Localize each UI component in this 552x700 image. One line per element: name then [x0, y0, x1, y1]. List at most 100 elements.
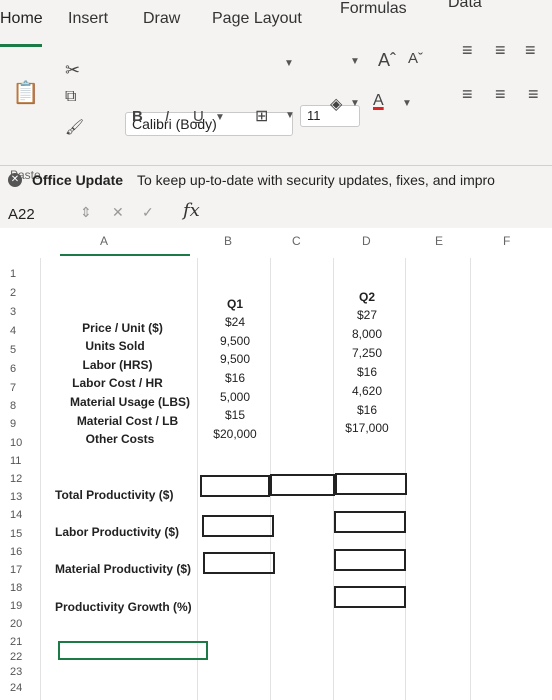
tab-draw[interactable]: Draw: [143, 10, 180, 28]
column-header-e[interactable]: E: [435, 234, 443, 248]
chevron-down-icon[interactable]: ▼: [402, 98, 412, 109]
answer-box-total-q2[interactable]: [335, 473, 407, 495]
name-box[interactable]: A22: [8, 206, 35, 223]
cancel-icon[interactable]: ✕: [112, 204, 124, 221]
row-header-19[interactable]: 19: [10, 600, 40, 612]
answer-box-total-q1[interactable]: [200, 475, 270, 497]
chevron-down-icon[interactable]: ▼: [284, 58, 294, 69]
borders-icon[interactable]: ⊞: [255, 106, 268, 126]
row-header-21[interactable]: 21: [10, 636, 40, 648]
align-left-icon[interactable]: ≡: [462, 84, 473, 105]
cell-q1-material-usage[interactable]: 5,000: [205, 390, 265, 404]
cell-q1-other-costs[interactable]: $20,000: [200, 427, 270, 441]
italic-button[interactable]: I: [165, 108, 169, 125]
align-top-icon[interactable]: ≡: [462, 40, 473, 61]
row-header-22[interactable]: 22: [10, 651, 40, 663]
decrease-font-icon[interactable]: Aˇ: [408, 50, 423, 67]
column-header-b[interactable]: B: [224, 234, 232, 248]
answer-box-labor-q1[interactable]: [202, 515, 274, 537]
row-header-6[interactable]: 6: [10, 363, 40, 375]
row-header-2[interactable]: 2: [10, 287, 40, 299]
cell-q2-labor-cost[interactable]: $16: [337, 365, 397, 379]
cell-q1-price[interactable]: $24: [205, 315, 265, 329]
row-label-labor-hrs[interactable]: Labor (HRS): [50, 358, 185, 372]
label-total-productivity[interactable]: Total Productivity ($): [55, 488, 195, 502]
row-header-3[interactable]: 3: [10, 306, 40, 318]
align-bottom-icon[interactable]: ≡: [525, 40, 536, 61]
cell-q2-price[interactable]: $27: [337, 308, 397, 322]
chevron-down-icon[interactable]: ▼: [350, 98, 360, 109]
cell-q2-labor-hrs[interactable]: 7,250: [337, 346, 397, 360]
column-header-f[interactable]: F: [503, 234, 510, 248]
cell-q2-other-costs[interactable]: $17,000: [332, 421, 402, 435]
tab-data[interactable]: Data: [448, 0, 482, 12]
cell-q2-material-usage[interactable]: 4,620: [337, 384, 397, 398]
column-header-c[interactable]: C: [292, 234, 301, 248]
fill-color-icon[interactable]: ◈: [330, 94, 342, 114]
tab-home[interactable]: Home: [0, 10, 43, 28]
chevron-down-icon[interactable]: ▼: [350, 56, 360, 67]
tab-formulas[interactable]: Formulas: [340, 0, 407, 18]
row-label-material-usage[interactable]: Material Usage (LBS): [55, 395, 205, 409]
cut-icon[interactable]: ✂: [65, 60, 80, 81]
row-header-7[interactable]: 7: [10, 382, 40, 394]
copy-icon[interactable]: ⧉: [65, 88, 76, 106]
font-color-icon[interactable]: A: [373, 92, 384, 110]
column-header-a[interactable]: A: [100, 234, 108, 248]
selected-cell-a22[interactable]: [58, 641, 208, 660]
cell-q2-material-cost[interactable]: $16: [337, 403, 397, 417]
row-header-15[interactable]: 15: [10, 528, 40, 540]
row-header-8[interactable]: 8: [10, 400, 40, 412]
row-header-10[interactable]: 10: [10, 437, 40, 449]
enter-icon[interactable]: ✓: [142, 204, 154, 221]
tab-insert[interactable]: Insert: [68, 10, 108, 28]
answer-box-material-q1[interactable]: [203, 552, 275, 574]
row-header-24[interactable]: 24: [10, 682, 40, 694]
row-header-18[interactable]: 18: [10, 582, 40, 594]
row-label-other-costs[interactable]: Other Costs: [55, 432, 185, 446]
cell-q1-labor-cost[interactable]: $16: [205, 371, 265, 385]
row-header-17[interactable]: 17: [10, 564, 40, 576]
row-header-9[interactable]: 9: [10, 418, 40, 430]
tab-page-layout[interactable]: Page Layout: [212, 10, 302, 28]
chevron-down-icon[interactable]: ▼: [215, 112, 225, 123]
answer-box-labor-q2[interactable]: [334, 511, 406, 533]
name-box-stepper-icon[interactable]: ⇕: [80, 204, 92, 221]
row-label-material-cost[interactable]: Material Cost / LB: [55, 414, 200, 428]
row-label-units[interactable]: Units Sold: [50, 339, 180, 353]
row-label-labor-cost[interactable]: Labor Cost / HR: [50, 376, 185, 390]
format-painter-icon[interactable]: 🖌: [65, 118, 84, 136]
label-productivity-growth[interactable]: Productivity Growth (%): [55, 600, 200, 614]
row-header-14[interactable]: 14: [10, 509, 40, 521]
row-header-1[interactable]: 1: [10, 268, 40, 280]
header-q2[interactable]: Q2: [342, 290, 392, 304]
label-labor-productivity[interactable]: Labor Productivity ($): [55, 525, 200, 539]
chevron-down-icon[interactable]: ▼: [285, 110, 295, 121]
paste-icon[interactable]: 📋: [12, 80, 39, 106]
answer-box-total-c[interactable]: [270, 474, 335, 496]
align-center-icon[interactable]: ≡: [495, 84, 506, 105]
underline-button[interactable]: U: [193, 108, 204, 125]
label-material-productivity[interactable]: Material Productivity ($): [55, 562, 205, 576]
cell-q1-labor-hrs[interactable]: 9,500: [205, 352, 265, 366]
increase-font-icon[interactable]: Aˆ: [378, 50, 396, 71]
cell-q2-units[interactable]: 8,000: [337, 327, 397, 341]
column-header-d[interactable]: D: [362, 234, 371, 248]
answer-box-material-q2[interactable]: [334, 549, 406, 571]
align-middle-icon[interactable]: ≡: [495, 40, 506, 61]
row-header-20[interactable]: 20: [10, 618, 40, 630]
row-header-11[interactable]: 11: [10, 455, 40, 467]
align-right-icon[interactable]: ≡: [528, 84, 539, 105]
row-header-16[interactable]: 16: [10, 546, 40, 558]
answer-box-growth-q2[interactable]: [334, 586, 406, 608]
close-icon[interactable]: ✕: [8, 173, 22, 187]
row-header-23[interactable]: 23: [10, 666, 40, 678]
row-header-12[interactable]: 12: [10, 473, 40, 485]
row-label-price[interactable]: Price / Unit ($): [50, 321, 195, 335]
bold-button[interactable]: B: [132, 108, 143, 125]
cell-q1-material-cost[interactable]: $15: [205, 408, 265, 422]
row-header-5[interactable]: 5: [10, 344, 40, 356]
header-q1[interactable]: Q1: [210, 297, 260, 311]
cell-q1-units[interactable]: 9,500: [205, 334, 265, 348]
function-icon[interactable]: fx: [183, 200, 200, 221]
